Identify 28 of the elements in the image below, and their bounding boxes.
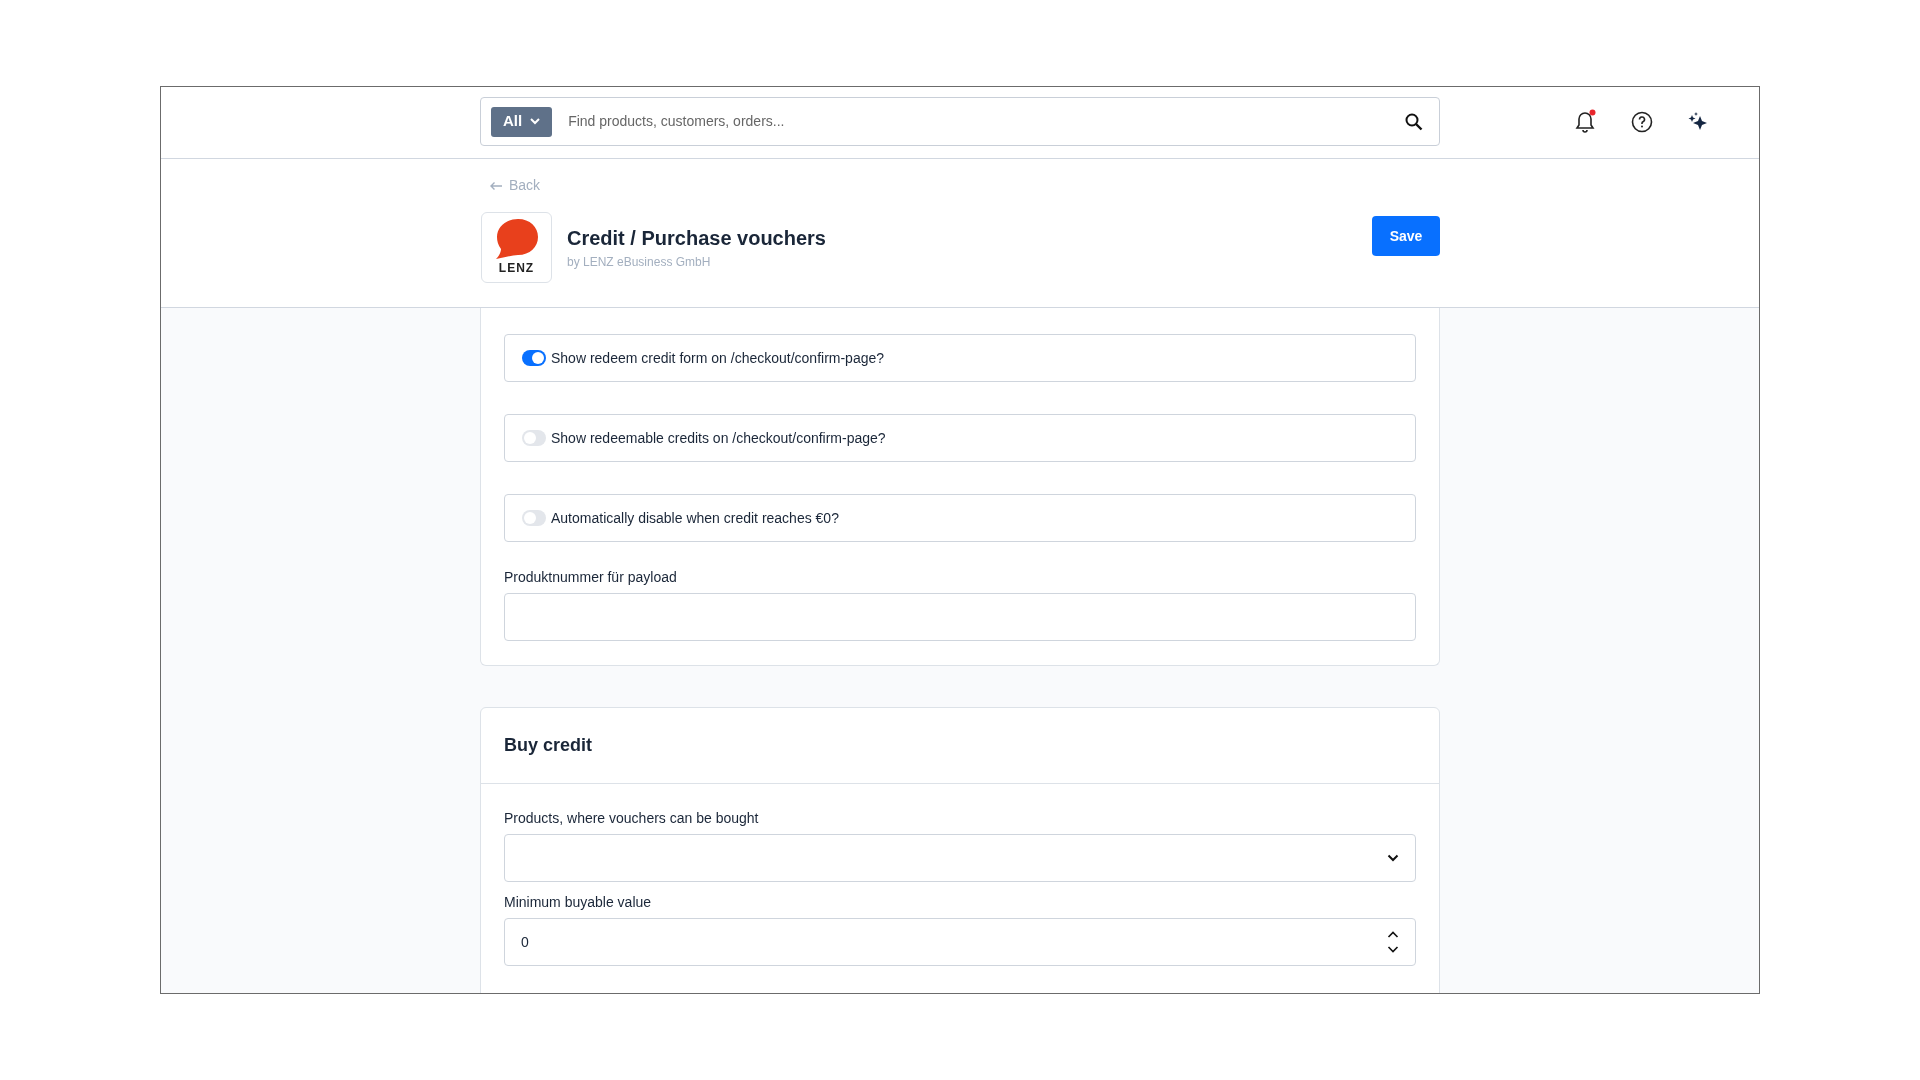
app-title: Credit / Purchase vouchers bbox=[567, 226, 826, 251]
field-label: Products, where vouchers can be bought bbox=[504, 809, 760, 828]
number-field[interactable]: 0 bbox=[504, 918, 1416, 966]
toggle-switch[interactable] bbox=[522, 430, 546, 446]
increment-icon[interactable] bbox=[1387, 931, 1399, 938]
toggle-label: Show redeemable credits on /checkout/confirm-page? bbox=[551, 428, 886, 448]
chevron-down-icon bbox=[530, 118, 541, 125]
field-label: Minimum buyable value bbox=[504, 893, 653, 912]
app-vendor: by LENZ eBusiness GmbH bbox=[567, 254, 711, 271]
toggle-switch[interactable] bbox=[522, 510, 546, 526]
scope-dropdown[interactable]: All bbox=[491, 106, 553, 137]
search-icon[interactable] bbox=[1405, 112, 1423, 131]
notification-bell-icon[interactable] bbox=[1573, 109, 1597, 135]
field-label: Produktnummer für payload bbox=[504, 568, 678, 587]
search-field[interactable]: All Find products, customers, orders... bbox=[480, 97, 1440, 146]
select-field[interactable] bbox=[504, 834, 1416, 882]
input-field[interactable] bbox=[504, 593, 1416, 641]
search-input[interactable]: Find products, customers, orders... bbox=[568, 111, 1405, 132]
toggle-label: Show redeem credit form on /checkout/confirm-page? bbox=[551, 348, 885, 368]
save-button[interactable]: Save bbox=[1372, 216, 1440, 256]
help-icon[interactable] bbox=[1631, 111, 1653, 133]
logo-wordmark: LENZ bbox=[498, 262, 535, 274]
section-title: Buy credit bbox=[504, 734, 593, 757]
chevron-down-icon bbox=[1387, 854, 1399, 862]
decrement-icon[interactable] bbox=[1387, 946, 1399, 953]
toggle-switch[interactable] bbox=[522, 350, 546, 366]
toggle-label: Automatically disable when credit reaches €0? bbox=[551, 508, 839, 528]
arrow-left-icon bbox=[489, 180, 503, 191]
